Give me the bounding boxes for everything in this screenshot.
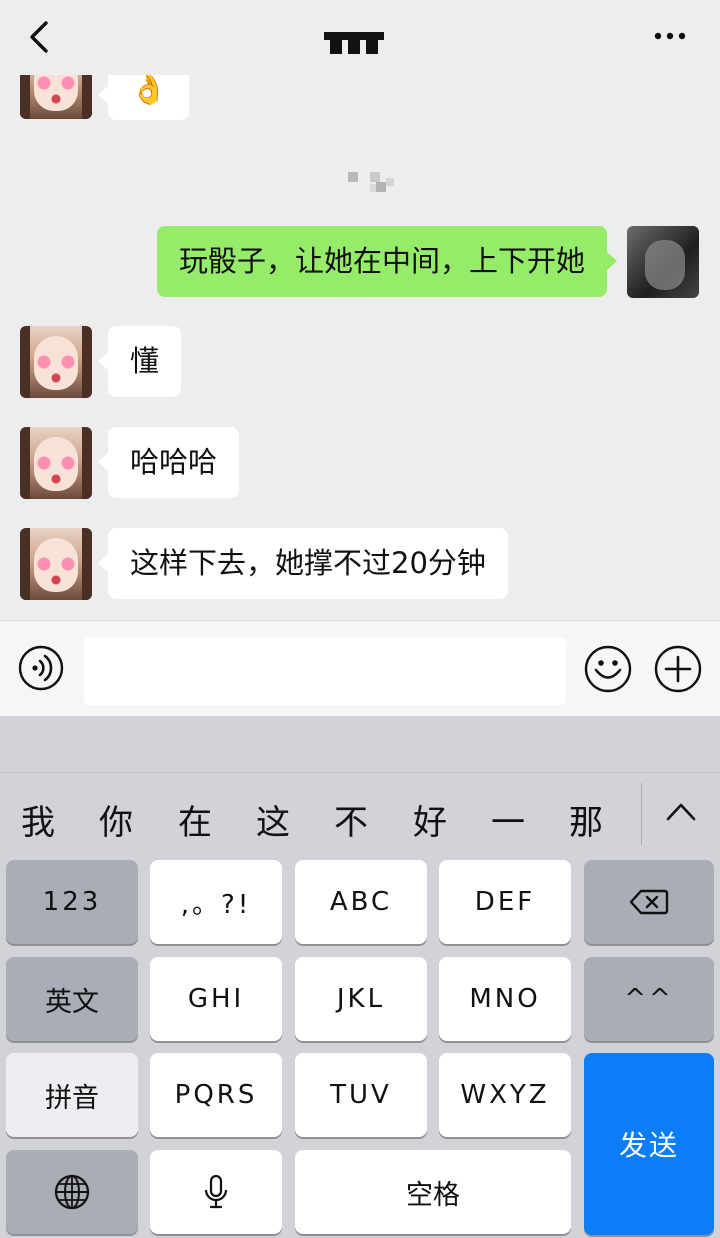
candidate-word[interactable]: 那 [566, 795, 606, 844]
key-emoticon[interactable]: ^^ [584, 957, 714, 1041]
dictation-key[interactable] [150, 1150, 282, 1234]
plus-icon[interactable] [654, 645, 702, 693]
key-english[interactable]: 英文 [6, 957, 138, 1041]
keyboard: 我 你 在 这 不 好 一 那 123 ,。?! ABC DEF 英文 GHI … [0, 716, 720, 1238]
chat-messages[interactable]: 👌 玩骰子，让她在中间，上下开她 懂 哈哈哈 这样下去，她撑不过20分钟 [0, 75, 720, 620]
backspace-icon [629, 889, 669, 915]
key-mno[interactable]: MNO [439, 957, 571, 1041]
self-avatar[interactable] [627, 226, 699, 298]
chat-header [0, 0, 720, 75]
microphone-icon [204, 1174, 228, 1209]
message-bubble-self[interactable]: 玩骰子，让她在中间，上下开她 [156, 226, 618, 297]
candidate-word[interactable]: 好 [410, 795, 450, 844]
more-dots-icon[interactable] [650, 26, 690, 46]
message-input[interactable] [84, 637, 566, 705]
globe-icon [54, 1174, 90, 1210]
candidate-word[interactable]: 不 [331, 795, 371, 844]
message-bubble[interactable]: 👌 [97, 75, 190, 120]
candidate-word[interactable]: 你 [96, 795, 136, 844]
candidate-word[interactable]: 这 [253, 795, 293, 844]
voice-icon[interactable] [18, 645, 64, 691]
divider [641, 783, 642, 845]
keyboard-toolbar [0, 716, 720, 773]
candidate-word[interactable]: 在 [175, 795, 215, 844]
key-punctuation[interactable]: ,。?! [150, 860, 282, 944]
globe-key[interactable] [6, 1150, 138, 1234]
key-numbers[interactable]: 123 [6, 860, 138, 944]
send-button[interactable]: 发送 [584, 1053, 714, 1235]
redacted-title [324, 32, 384, 54]
contact-avatar[interactable] [20, 75, 92, 119]
key-ghi[interactable]: GHI [150, 957, 282, 1041]
contact-avatar[interactable] [20, 528, 92, 600]
key-pqrs[interactable]: PQRS [150, 1053, 282, 1137]
key-jkl[interactable]: JKL [295, 957, 427, 1041]
key-abc[interactable]: ABC [295, 860, 427, 944]
key-tuv[interactable]: TUV [295, 1053, 427, 1137]
key-def[interactable]: DEF [439, 860, 571, 944]
contact-avatar[interactable] [20, 326, 92, 398]
message-bubble[interactable]: 懂 [97, 326, 182, 397]
key-wxyz[interactable]: WXYZ [439, 1053, 571, 1137]
chevron-left-icon[interactable] [26, 20, 56, 54]
emoji-icon[interactable] [584, 645, 632, 693]
key-pinyin[interactable]: 拼音 [6, 1053, 138, 1137]
candidate-word[interactable]: 一 [488, 795, 528, 844]
redacted-timestamp [348, 172, 394, 192]
input-bar [0, 620, 720, 717]
space-key[interactable]: 空格 [295, 1150, 571, 1234]
backspace-key[interactable] [584, 860, 714, 944]
message-bubble[interactable]: 这样下去，她撑不过20分钟 [98, 528, 508, 599]
message-bubble[interactable]: 哈哈哈 [97, 427, 240, 498]
chevron-up-icon[interactable] [664, 799, 698, 823]
candidate-word[interactable]: 我 [18, 795, 58, 844]
contact-avatar[interactable] [20, 427, 92, 499]
candidate-bar: 我 你 在 这 不 好 一 那 [0, 773, 720, 863]
